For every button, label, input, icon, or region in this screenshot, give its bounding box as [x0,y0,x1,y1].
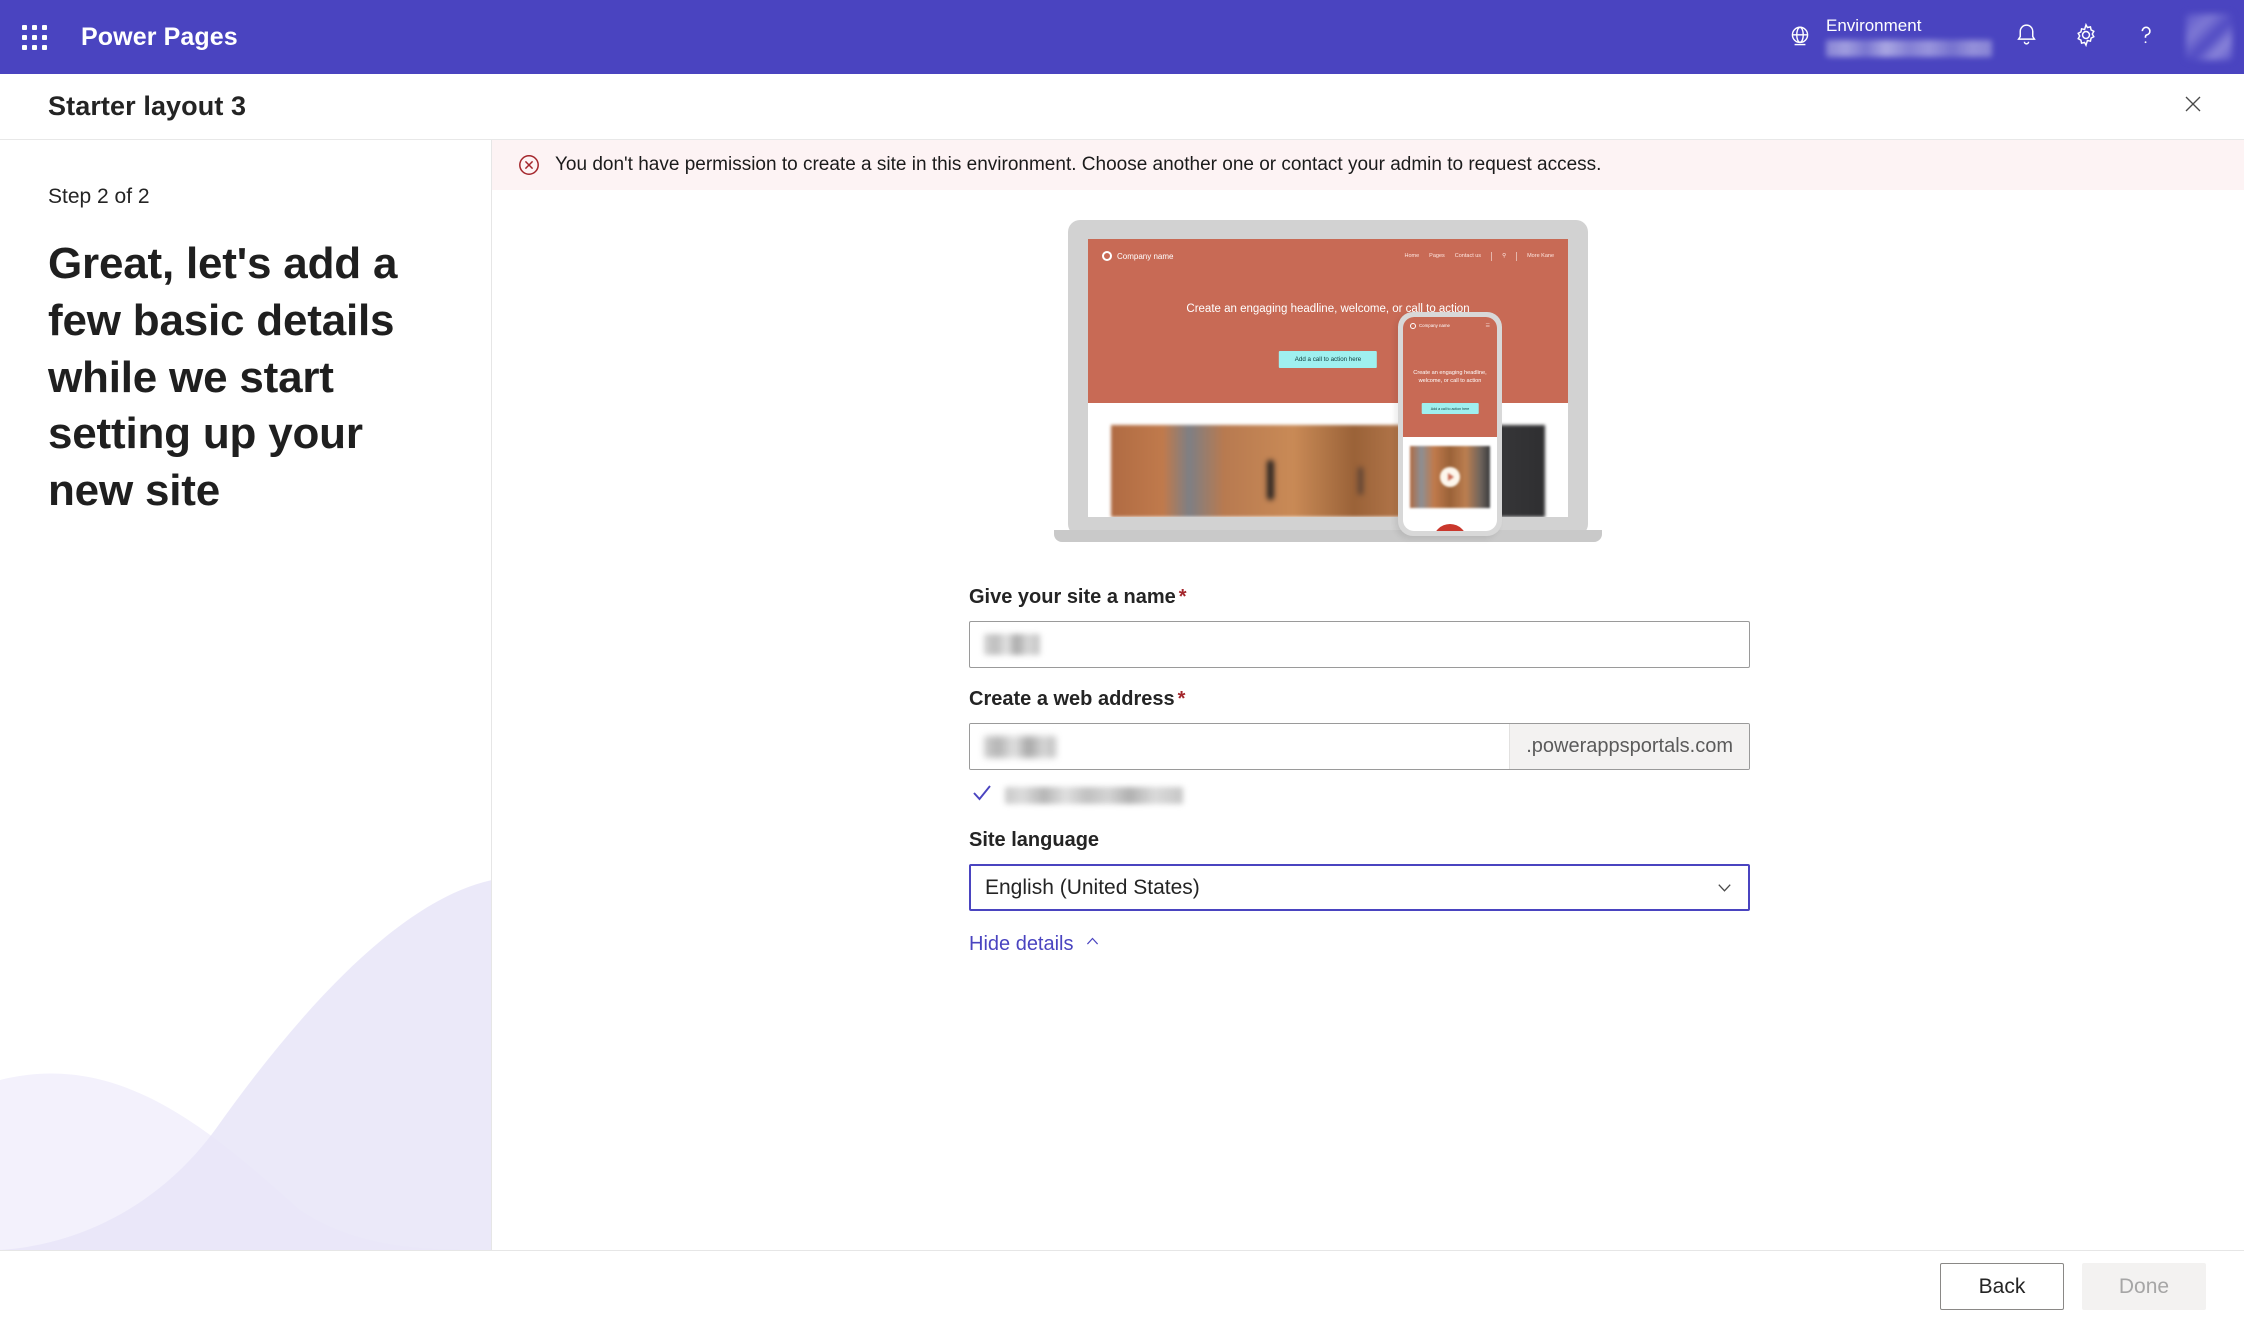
site-name-value-redacted [984,634,1040,655]
web-address-value-redacted [984,735,1056,758]
globe-icon [1774,24,1826,50]
preview-nav-pages: Pages [1429,253,1445,259]
help-button[interactable] [2116,0,2176,74]
back-button[interactable]: Back [1940,1263,2064,1310]
chevron-down-icon [1715,878,1734,897]
close-icon [2183,94,2203,119]
error-circle-x-icon [514,153,544,177]
web-address-row: .powerappsportals.com [969,723,1750,770]
gear-icon [2073,22,2099,53]
web-address-label: Create a web address * [969,688,1751,711]
site-language-label-text: Site language [969,829,1100,851]
site-name-input[interactable] [969,621,1750,668]
web-address-label-text: Create a web address [969,688,1175,710]
environment-picker[interactable]: Environment [1770,0,1996,74]
suite-header: Power Pages Environment [0,0,2244,74]
phone-frame: Company name ☰ Create an engaging headli… [1398,312,1502,536]
phone-step-badge: 1 [1433,524,1467,531]
photo-figure [1267,459,1275,500]
wizard-heading: Great, let's add a few basic details whi… [48,239,398,515]
hamburger-icon: ☰ [1485,322,1490,329]
preview-nav-home: Home [1404,253,1420,259]
site-details-form: Give your site a name * Create a web add… [969,570,1751,956]
phone-cta-button: Add a call to action here [1421,403,1479,414]
right-panel: You don't have permission to create a si… [492,140,2244,1250]
error-message: You don't have permission to create a si… [555,154,1602,175]
avatar[interactable] [2186,14,2232,60]
photo-figure-2 [1358,467,1364,496]
hide-details-label: Hide details [969,933,1074,955]
phone-logo-text: Company name [1419,323,1450,328]
site-language-dropdown[interactable]: English (United States) [969,864,1750,911]
phone-headline: Create an engaging headline, welcome, or… [1413,370,1487,385]
notifications-button[interactable] [1996,0,2056,74]
settings-button[interactable] [2056,0,2116,74]
question-mark-icon [2133,22,2159,53]
preview-cta-button: Add a call to action here [1278,351,1378,368]
decorative-waves [0,880,491,1250]
preview-nav-user: More Kane [1527,253,1554,259]
checkmark-icon [971,782,993,809]
preview-nav-links: Home Pages Contact us ⚲ More Kane [1404,251,1554,261]
phone-navbar: Company name ☰ [1403,317,1497,334]
nav-divider-2 [1516,251,1518,261]
search-icon: ⚲ [1502,253,1507,259]
availability-text-redacted [1005,787,1183,804]
site-language-label: Site language [969,829,1751,852]
right-panel-scroll: Company name Home Pages Contact us ⚲ Mor… [492,190,2244,1250]
device-mockup: Company name Home Pages Contact us ⚲ Mor… [1054,220,1668,570]
done-button: Done [2082,1263,2206,1310]
bell-icon [2014,22,2039,52]
laptop-base [1054,530,1602,542]
page-title: Starter layout 3 [48,91,247,121]
power-pages-site-creation-dialog: Power Pages Environment Starter layout 3… [0,0,2244,1322]
required-asterisk: * [1178,586,1187,608]
site-name-label: Give your site a name * [969,586,1751,609]
chevron-up-icon [1084,933,1101,956]
dialog-body: Step 2 of 2 Great, let's add a few basic… [0,140,2244,1250]
brand-title[interactable]: Power Pages [81,23,238,52]
waffle-grid [21,24,47,50]
dialog-footer: Back Done [0,1250,2244,1322]
nav-divider [1491,251,1493,261]
logo-ring-icon [1102,251,1112,261]
web-address-input[interactable] [970,724,1510,769]
preview-logo: Company name [1102,251,1173,261]
dialog-titlebar: Starter layout 3 [0,74,2244,140]
phone-screen: Company name ☰ Create an engaging headli… [1403,317,1497,531]
preview-nav-contact: Contact us [1454,253,1482,259]
preview-logo-text: Company name [1117,251,1174,261]
error-banner: You don't have permission to create a si… [492,140,2244,190]
app-launcher-icon[interactable] [0,0,68,74]
availability-row [971,782,1751,809]
hide-details-toggle[interactable]: Hide details [969,933,1101,956]
phone-logo-ring-icon [1410,322,1416,329]
play-icon [1440,467,1460,487]
environment-label: Environment [1826,16,1922,36]
phone-badge-wrap: 1 [1403,520,1497,531]
environment-value-redacted [1826,39,1992,57]
required-asterisk-2: * [1177,688,1186,710]
site-language-value: English (United States) [985,875,1200,899]
left-panel: Step 2 of 2 Great, let's add a few basic… [0,140,492,1250]
step-indicator: Step 2 of 2 [48,185,150,208]
template-preview: Company name Home Pages Contact us ⚲ Mor… [492,190,2244,570]
left-panel-content: Step 2 of 2 Great, let's add a few basic… [0,140,491,520]
phone-hero: Company name ☰ Create an engaging headli… [1403,317,1497,437]
preview-navbar: Company name Home Pages Contact us ⚲ Mor… [1088,239,1568,273]
phone-photo [1410,446,1490,508]
environment-text: Environment [1826,17,1992,57]
web-address-suffix: .powerappsportals.com [1509,724,1749,769]
site-name-label-text: Give your site a name [969,586,1176,608]
close-button[interactable] [2170,84,2216,130]
suite-header-actions: Environment [1770,0,2244,74]
